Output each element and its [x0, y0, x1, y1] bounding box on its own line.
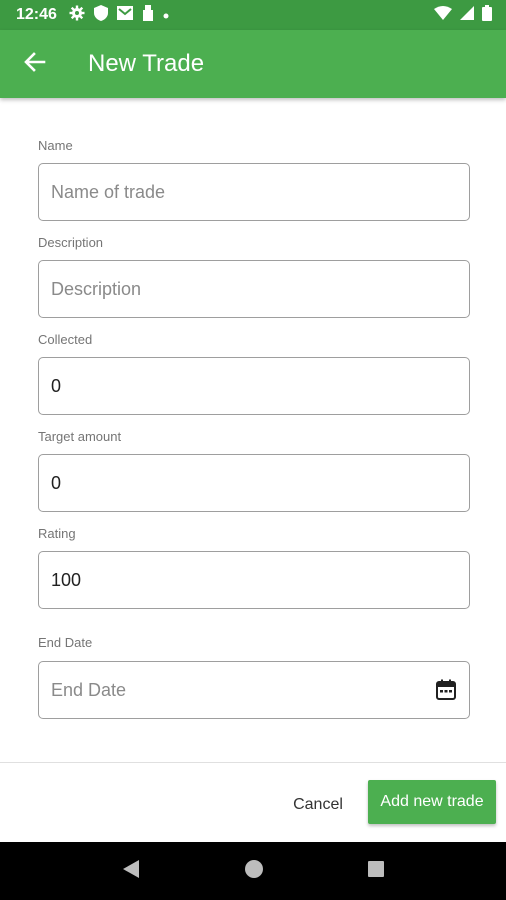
collected-field[interactable]: 0: [38, 357, 470, 415]
status-bar: 12:46: [0, 0, 506, 30]
navigation-bar: [0, 842, 506, 900]
status-icons-left: [69, 4, 169, 26]
battery-icon: [482, 4, 492, 26]
usb-icon: [142, 4, 154, 26]
app-bar: New Trade: [0, 30, 506, 98]
settings-icon: [69, 5, 85, 26]
nav-back-icon[interactable]: [121, 858, 141, 885]
target-amount-field-value: 0: [51, 472, 62, 493]
back-button[interactable]: [0, 30, 70, 98]
nav-home-icon[interactable]: [244, 859, 264, 884]
status-time: 12:46: [16, 6, 57, 23]
description-field[interactable]: Description: [38, 260, 470, 318]
target-amount-field[interactable]: 0: [38, 454, 470, 512]
nav-recents-icon[interactable]: [367, 860, 385, 883]
end-date-field-placeholder: End Date: [51, 679, 127, 700]
signal-icon: [460, 5, 474, 25]
end-date-field[interactable]: End Date: [38, 661, 470, 719]
name-field-placeholder: Name of trade: [51, 181, 166, 202]
mail-icon: [116, 5, 133, 25]
target-amount-label: Target amount: [38, 429, 122, 444]
dot-icon: [163, 6, 169, 24]
cancel-button[interactable]: Cancel: [280, 785, 356, 825]
actions-divider: [0, 762, 506, 763]
rating-field-value: 100: [51, 569, 82, 590]
page-title: New Trade: [88, 50, 205, 77]
shield-icon: [93, 4, 108, 26]
collected-field-value: 0: [51, 375, 62, 396]
add-new-trade-button[interactable]: Add new trade: [368, 780, 496, 824]
description-label: Description: [38, 235, 104, 250]
name-field[interactable]: Name of trade: [38, 163, 470, 221]
rating-label: Rating: [38, 526, 76, 541]
wifi-icon: [434, 5, 452, 25]
rating-field[interactable]: 100: [38, 551, 470, 609]
end-date-label: End Date: [38, 635, 93, 650]
collected-label: Collected: [38, 332, 93, 347]
status-icons-right: [434, 4, 492, 26]
back-arrow-icon: [24, 51, 46, 78]
name-label: Name: [38, 138, 73, 153]
calendar-icon[interactable]: [435, 679, 457, 701]
description-field-placeholder: Description: [51, 278, 142, 299]
